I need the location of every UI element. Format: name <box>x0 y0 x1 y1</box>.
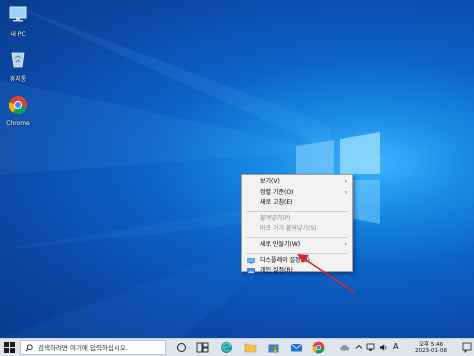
menu-item-display-settings[interactable]: 디스플레이 설정(D) <box>242 256 352 267</box>
menu-item-sort-by[interactable]: 정렬 기준(O) › <box>242 188 352 199</box>
chevron-up-icon[interactable] <box>355 343 363 351</box>
desktop-icon-chrome[interactable]: Chrome <box>3 95 33 127</box>
menu-item-label: 정렬 기준(O) <box>260 188 294 196</box>
this-pc-icon <box>9 6 27 22</box>
task-view-icon[interactable] <box>175 341 188 354</box>
menu-item-label: 디스플레이 설정(D) <box>260 256 310 264</box>
menu-item-label: 새로 만들기(W) <box>260 240 301 248</box>
mail-icon[interactable] <box>290 341 303 354</box>
menu-separator <box>246 210 348 212</box>
annotation-arrow <box>297 254 355 293</box>
menu-item-view[interactable]: 보기(V) › <box>242 177 352 188</box>
store-icon[interactable] <box>267 341 280 354</box>
menu-item-label: 새로 고침(E) <box>260 199 293 207</box>
notification-icon[interactable] <box>462 342 472 353</box>
taskbar-search-box[interactable]: 검색하려면 여기에 입력하십시오. <box>20 340 166 355</box>
wallpaper-light-rays <box>0 0 330 338</box>
menu-item-paste: 붙여넣기(P) <box>242 214 352 225</box>
menu-item-paste-shortcut: 바로 가기 붙여넣기(S) <box>242 224 352 235</box>
start-button[interactable] <box>4 342 15 353</box>
recycle-bin-icon <box>11 52 25 68</box>
widgets-icon[interactable] <box>196 341 209 354</box>
desktop-context-menu: 보기(V) › 정렬 기준(O) › 새로 고침(E) 붙여넣기(P) 바로 가… <box>241 174 353 274</box>
weather-cloud-icon[interactable] <box>339 342 350 353</box>
menu-separator <box>246 236 348 238</box>
taskbar: 검색하려면 여기에 입력하십시오. A 오후 5:46 2023-01-08 <box>0 338 474 356</box>
personalize-icon <box>247 268 255 274</box>
network-icon[interactable] <box>366 343 375 352</box>
menu-item-label: 바로 가기 붙여넣기(S) <box>260 225 317 233</box>
menu-separator <box>246 252 348 254</box>
chrome-icon <box>8 96 27 115</box>
menu-item-label: 붙여넣기(P) <box>260 214 291 222</box>
menu-item-label: 보기(V) <box>260 178 280 185</box>
menu-item-new[interactable]: 새로 만들기(W) › <box>242 240 352 251</box>
desktop-icon-label: Chrome <box>6 120 30 127</box>
chevron-right-icon: › <box>344 178 347 185</box>
desktop-icon-label: 휴지통 <box>9 76 27 83</box>
volume-icon[interactable] <box>379 343 388 352</box>
menu-item-refresh[interactable]: 새로 고침(E) <box>242 198 352 209</box>
display-icon <box>247 257 255 264</box>
chevron-right-icon: › <box>344 188 347 196</box>
desktop-icon-this-pc[interactable]: 내 PC <box>3 4 33 38</box>
menu-item-label: 개인 설정(R) <box>260 267 293 275</box>
menu-item-personalize[interactable]: 개인 설정(R) <box>242 266 352 277</box>
clock-date: 2023-01-08 <box>415 348 447 354</box>
clock[interactable]: 오후 5:46 2023-01-08 <box>410 339 460 356</box>
desktop-icon-recycle-bin[interactable]: 휴지통 <box>3 49 33 83</box>
desktop-icon-label: 내 PC <box>10 31 26 38</box>
file-explorer-icon[interactable] <box>244 341 257 354</box>
input-method-indicator[interactable]: A <box>393 342 398 351</box>
chrome-icon[interactable] <box>312 341 325 354</box>
search-icon <box>25 344 33 352</box>
edge-icon[interactable] <box>220 341 233 354</box>
search-placeholder: 검색하려면 여기에 입력하십시오. <box>38 344 128 352</box>
desktop[interactable]: 내 PC 휴지통 Chrome 보기(V) › 정렬 기준(O) › 새로 고침… <box>0 0 474 338</box>
chevron-right-icon: › <box>344 240 347 248</box>
clock-time: 오후 5:46 <box>419 342 444 348</box>
